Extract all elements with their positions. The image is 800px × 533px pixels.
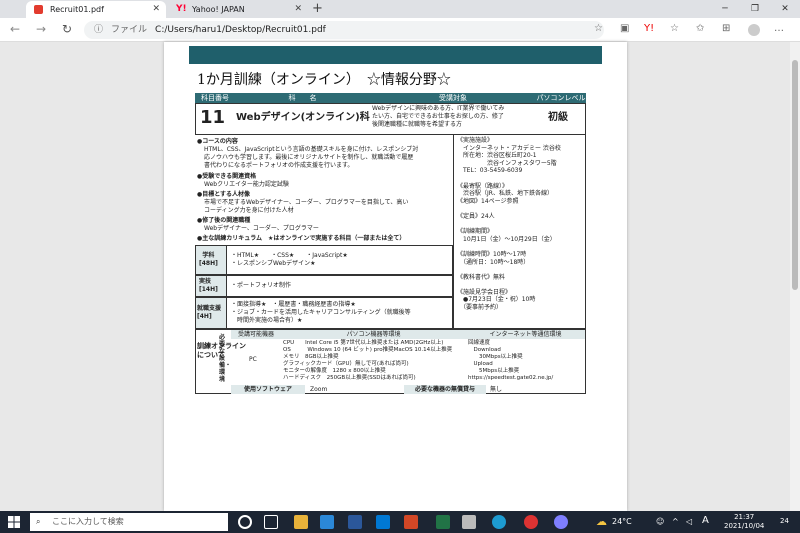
people-icon[interactable]: ☺ (656, 517, 664, 526)
job-heading: ●修了後の関連職種 (197, 217, 251, 224)
header-target: 受講対象 (370, 93, 536, 103)
tab-strip: Recruit01.pdf ✕ Y! Yahoo! JAPAN ✕ + ─ ❐ … (0, 0, 800, 18)
outlook-icon[interactable] (376, 515, 390, 529)
device-pc: PC (249, 356, 257, 363)
yahoo-icon: Y! (176, 4, 187, 14)
goal-text: 市場で不足するWebデザイナー、コーダー、プログラマーを目指して、高い コーディ… (204, 199, 409, 214)
loan-label: 必要な機器の無償貸与 (404, 385, 486, 394)
windows-start-icon[interactable] (8, 516, 20, 528)
clock[interactable]: 21:37 2021/10/04 (724, 513, 764, 531)
yahoo-extension-icon[interactable]: Y! (644, 23, 654, 34)
course-target: Webデザインに興味のある方、IT業界で働いてみ たい方、自宅でできるお仕事をお… (372, 105, 505, 128)
notification-badge[interactable]: 24 (780, 517, 789, 525)
header-pc-env: パソコン機器等環境 (281, 330, 466, 339)
vertical-scrollbar[interactable] (790, 42, 800, 511)
file-explorer-icon[interactable] (294, 515, 308, 529)
temperature[interactable]: 24°C (612, 517, 632, 526)
favorites-icon[interactable]: ✩ (696, 23, 704, 34)
weather-icon[interactable]: ☁ (596, 515, 607, 528)
volume-icon[interactable]: ◁ (686, 517, 692, 526)
required-equipment-label: 必要な設備・環境 (219, 334, 232, 383)
goal-heading: ●目標とする人材像 (197, 191, 251, 198)
close-window-button[interactable]: ✕ (770, 0, 800, 18)
more-menu-icon[interactable]: … (774, 23, 784, 34)
minimize-button[interactable]: ─ (710, 0, 740, 18)
scroll-thumb[interactable] (792, 60, 798, 290)
pdf-viewer: 1か月訓練（オンライン） ☆情報分野☆ 科目番号 科 名 受講対象 パソコンレベ… (0, 42, 800, 511)
tab-label: Recruit01.pdf (50, 5, 104, 14)
curriculum-text: ・ポートフォリオ制作 (231, 282, 292, 289)
clock-date: 2021/10/04 (724, 522, 765, 530)
curriculum-label: 学科 [48H] (199, 252, 218, 267)
taskbar: ⌕ ここに入力して検索 ☁ 24°C ☺ ^ ◁ A 21:37 2021/10… (0, 511, 800, 533)
curriculum-text: ・面接指導★ ・履歴書・職務経歴書の指導★ ・ジョブ・カードを活用したキャリアコ… (231, 301, 411, 324)
collections-list-icon[interactable]: ⊞ (722, 23, 730, 34)
edge-icon[interactable] (492, 515, 506, 529)
page-title: 1か月訓練（オンライン） ☆情報分野☆ (197, 72, 451, 88)
tab-label: Yahoo! JAPAN (192, 5, 245, 14)
header-course-name: 科 名 (235, 93, 370, 103)
header-level: パソコンレベル (536, 93, 586, 103)
word-icon[interactable] (348, 515, 362, 529)
tab-recruit-pdf[interactable]: Recruit01.pdf ✕ (26, 1, 166, 18)
new-tab-button[interactable]: + (312, 0, 323, 18)
tray-chevron-icon[interactable]: ^ (672, 517, 679, 526)
mail-icon[interactable] (320, 515, 334, 529)
back-icon[interactable]: ← (10, 22, 20, 36)
loan-value: 無し (490, 386, 503, 393)
url-path: C:/Users/haru1/Desktop/Recruit01.pdf (155, 25, 326, 35)
pdf-icon (34, 5, 43, 14)
task-view-icon[interactable] (264, 515, 278, 529)
close-icon[interactable]: ✕ (152, 1, 160, 18)
info-icon: ⓘ (94, 25, 104, 35)
header-devices: 受講可能機器 (231, 330, 281, 339)
clock-time: 21:37 (734, 513, 755, 521)
forward-icon[interactable]: → (36, 22, 46, 36)
job-text: Webデザイナー、コーダー、プログラマー (204, 225, 319, 232)
software-value: Zoom (310, 386, 328, 393)
refresh-icon[interactable]: ↻ (62, 22, 72, 36)
header-course-number: 科目番号 (195, 93, 235, 103)
curriculum-label: 就職支援 [4H] (197, 305, 222, 320)
cortana-icon[interactable] (238, 515, 252, 529)
network-spec: 回線速度 Download 30Mbps以上推奨 Upload 5Mbps以上推… (468, 340, 554, 381)
taskbar-search[interactable]: ⌕ ここに入力して検索 (30, 513, 228, 531)
ime-indicator[interactable]: A (702, 515, 709, 526)
url-field[interactable]: ⓘ ファイル C:/Users/haru1/Desktop/Recruit01.pd… (84, 21, 604, 39)
outline-text: HTML、CSS、JavaScriptという言語の基礎スキルを身に付け、レスポン… (204, 146, 419, 169)
powerpoint-icon[interactable] (404, 515, 418, 529)
excel-icon[interactable] (436, 515, 450, 529)
url-scheme: ファイル (111, 25, 148, 35)
collections-icon[interactable]: ☆ (670, 23, 679, 34)
address-bar: ← → ↻ ⓘ ファイル C:/Users/haru1/Desktop/Recrui… (0, 18, 800, 42)
profile-avatar[interactable] (748, 24, 760, 36)
facility-info: 《実施施設》 インターネット・アカデミー 渋谷校 所在地：渋谷区桜丘町20-1 … (457, 137, 561, 312)
search-icon: ⌕ (36, 517, 41, 526)
pc-spec: CPU Intel Core i5 第7世代以上推奨または AMD(2GHz以上… (283, 340, 453, 381)
pdf-page: 1か月訓練（オンライン） ☆情報分野☆ 科目番号 科 名 受講対象 パソコンレベ… (164, 42, 627, 511)
course-name: Webデザイン(オンライン)科 (236, 112, 370, 123)
qualification-text: Webクリエイター能力認定試験 (204, 181, 289, 188)
close-icon[interactable]: ✕ (294, 1, 302, 18)
course-level: 初級 (548, 112, 568, 123)
header-band (189, 46, 602, 64)
tab-yahoo[interactable]: Y! Yahoo! JAPAN ✕ (168, 1, 308, 18)
curriculum-text: ・HTML★ ・CSS★ ・JavaScript★ ・レスポンシブWebデザイン… (231, 252, 348, 267)
qualification-heading: ●受験できる関連資格 (197, 173, 257, 180)
curriculum-label: 実技 [14H] (199, 278, 218, 293)
app-icon[interactable] (554, 515, 568, 529)
read-aloud-icon[interactable]: ▣ (620, 23, 629, 34)
outline-heading: ●コースの内容 (197, 138, 238, 145)
header-network: インターネット等通信環境 (466, 330, 585, 339)
software-label: 使用ソフトウェア (231, 385, 305, 394)
curriculum-heading: ●主な訓練カリキュラム ★はオンラインで実施する科目（一部または全て） (197, 235, 406, 242)
maximize-button[interactable]: ❐ (740, 0, 770, 18)
course-number: 11 (200, 107, 226, 128)
store-icon[interactable] (462, 515, 476, 529)
chrome-icon[interactable] (524, 515, 538, 529)
search-placeholder: ここに入力して検索 (52, 517, 124, 526)
favorite-star-icon[interactable]: ☆ (594, 23, 603, 34)
